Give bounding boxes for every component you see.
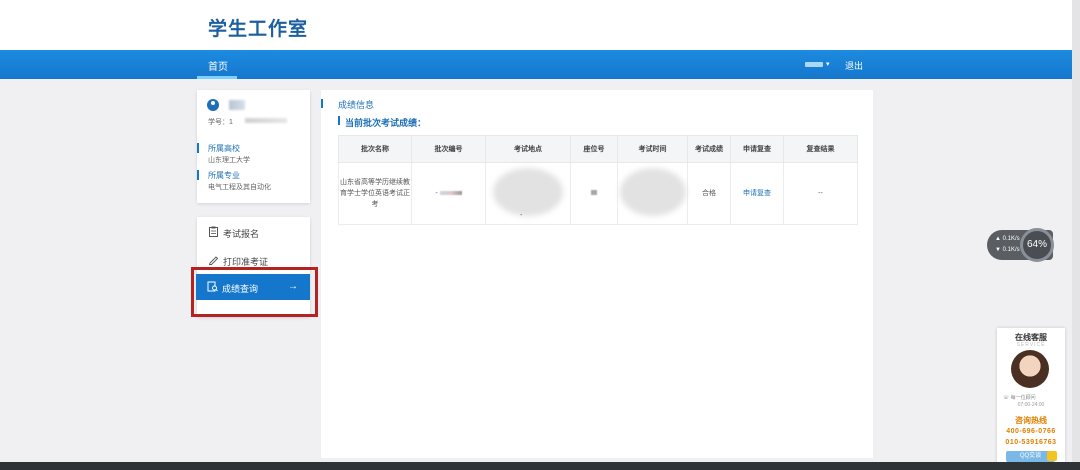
student-id-redacted (245, 118, 287, 123)
seat-number-cell (570, 162, 618, 225)
exam-time-cell (617, 162, 688, 225)
cs-hotline-number[interactable]: 400-696-0766 (997, 428, 1065, 435)
grade-table: 批次名称 批次编号 考试地点 座位号 考试时间 考试成绩 申请复查 复查结果 山… (338, 135, 858, 225)
major-label: 所属专业 (208, 171, 240, 180)
main-navbar: 首页 ▾ 退出 (0, 50, 1080, 79)
cs-phone-text: 每一位顾问 (1010, 395, 1036, 401)
qq-tag-icon (1047, 451, 1057, 461)
clipboard-icon (209, 226, 218, 237)
review-cell: 申请复查 (730, 162, 784, 225)
highlight-annotation-box (191, 267, 318, 317)
column-header: 考试地点 (485, 135, 571, 163)
section-accent-bar (321, 99, 323, 108)
nav-active-indicator (197, 76, 237, 79)
exam-location-cell: - (485, 162, 571, 225)
logout-link[interactable]: 退出 (845, 59, 863, 72)
download-speed: ▼ 0.1K/s (995, 247, 1020, 253)
major-accent-bar (197, 170, 199, 180)
column-header: 考试成绩 (687, 135, 731, 163)
nav-home-link[interactable]: 首页 (208, 58, 228, 73)
review-result: -- (818, 190, 823, 197)
major-value: 电气工程及其自动化 (208, 184, 271, 191)
exam-time-redacted (619, 167, 686, 216)
user-name-redacted (229, 100, 245, 110)
nav-username-redacted[interactable] (805, 62, 823, 67)
subsection-accent-bar (338, 116, 340, 125)
cs-agent-avatar[interactable] (1011, 350, 1049, 388)
school-value: 山东理工大学 (208, 157, 250, 164)
apply-review-link[interactable]: 申请复查 (743, 190, 771, 197)
main-content-panel: 成绩信息 当前批次考试成绩： 批次名称 批次编号 考试地点 座位号 考试时间 考… (321, 90, 873, 458)
exam-score: 合格 (702, 190, 716, 197)
column-header: 复查结果 (783, 135, 858, 163)
top-header: 学生工作室 (0, 0, 1080, 50)
table-header-row: 批次名称 批次编号 考试地点 座位号 考试时间 考试成绩 申请复查 复查结果 (338, 135, 858, 163)
phone-icon: ☏ (1003, 395, 1011, 401)
cs-hotline-number[interactable]: 010-53916763 (997, 439, 1065, 446)
user-avatar-icon (207, 99, 219, 111)
cs-hotline-label: 咨询热线 (1015, 416, 1047, 425)
batch-number-prefix: - (435, 190, 438, 197)
column-header: 座位号 (570, 135, 618, 163)
pencil-icon (208, 256, 219, 265)
batch-number-cell: - (411, 162, 486, 225)
student-id-label: 学号：1 (208, 119, 233, 126)
column-header: 批次名称 (338, 135, 412, 163)
section-title: 成绩信息 (338, 100, 375, 110)
exam-location-dash: - (520, 212, 523, 219)
batch-name-cell: 山东省高等学历继续教育学士学位英语考试正考 (338, 162, 412, 225)
chevron-down-icon[interactable]: ▾ (826, 60, 830, 68)
review-result-cell: -- (783, 162, 858, 225)
cs-subtitle: SERVICE (1016, 342, 1046, 348)
column-header: 申请复查 (730, 135, 784, 163)
school-label: 所属高校 (208, 144, 240, 153)
sidebar-item-exam-registration[interactable]: 考试报名 (197, 219, 310, 245)
cpu-usage-badge[interactable]: 64% (1020, 228, 1054, 262)
upload-speed: ▲ 0.1K/s (995, 236, 1020, 242)
school-accent-bar (197, 143, 199, 153)
exam-location-redacted (493, 167, 563, 216)
customer-service-panel: 在线客服 SERVICE ☏ 每一位顾问 07:00-24:00 咨询热线 40… (997, 328, 1065, 464)
site-title: 学生工作室 (208, 19, 309, 40)
subsection-title: 当前批次考试成绩： (345, 118, 427, 128)
cs-hours: 07:00-24:00 (1017, 402, 1045, 408)
column-header: 批次编号 (411, 135, 486, 163)
batch-number-redacted (439, 191, 462, 195)
taskbar-edge (0, 462, 1080, 470)
score-cell: 合格 (687, 162, 731, 225)
sidebar-item-label: 考试报名 (223, 229, 260, 239)
column-header: 考试时间 (617, 135, 688, 163)
seat-number-redacted (591, 190, 597, 195)
profile-card: 学号：1 所属高校 山东理工大学 所属专业 电气工程及其自动化 (197, 90, 310, 203)
batch-name: 山东省高等学历继续教育学士学位英语考试正考 (340, 179, 410, 208)
page-scrollbar[interactable] (1072, 0, 1080, 462)
table-row: 山东省高等学历继续教育学士学位英语考试正考 - - 合格 申请复查 -- (338, 162, 858, 225)
cs-phone-label: ☏ 每一位顾问 (1003, 394, 1036, 401)
